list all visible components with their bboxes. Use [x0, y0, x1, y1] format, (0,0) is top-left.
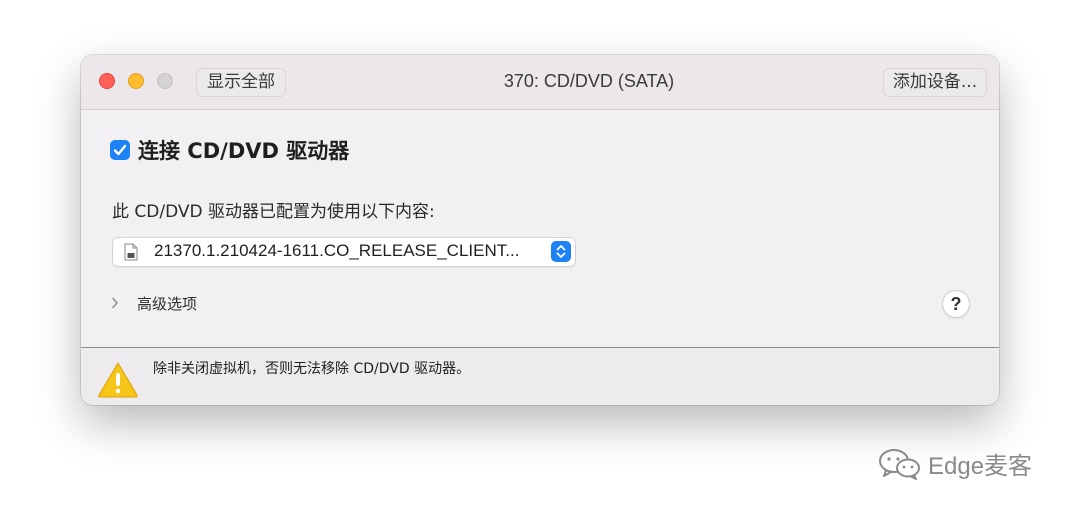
title-bar: 显示全部 370: CD/DVD (SATA) 添加设备...: [81, 55, 999, 110]
close-window-button[interactable]: [99, 73, 115, 89]
connect-cd-dvd-checkbox[interactable]: [110, 140, 130, 160]
warning-message: 除非关闭虚拟机，否则无法移除 CD/DVD 驱动器。: [153, 361, 471, 377]
help-button[interactable]: ?: [942, 290, 970, 318]
warning-footer: 除非关闭虚拟机，否则无法移除 CD/DVD 驱动器。: [81, 347, 999, 405]
updown-chevron-icon: [556, 245, 566, 258]
show-all-button[interactable]: 显示全部: [196, 68, 286, 97]
advanced-options-label: 高级选项: [137, 295, 198, 313]
connect-cd-dvd-label[interactable]: 连接 CD/DVD 驱动器: [138, 135, 349, 165]
checkmark-icon: [113, 144, 127, 156]
disc-image-select[interactable]: 21370.1.210424-1611.CO_RELEASE_CLIENT...: [112, 237, 576, 267]
minimize-window-button[interactable]: [128, 73, 144, 89]
window-title: 370: CD/DVD (SATA): [503, 71, 675, 91]
select-stepper[interactable]: [551, 241, 571, 262]
settings-window: 显示全部 370: CD/DVD (SATA) 添加设备... 连接 CD/DV…: [81, 55, 999, 405]
add-device-button[interactable]: 添加设备...: [883, 68, 987, 97]
disc-image-file-icon: [124, 243, 138, 261]
selected-image-value: 21370.1.210424-1611.CO_RELEASE_CLIENT...: [154, 241, 520, 260]
config-description: 此 CD/DVD 驱动器已配置为使用以下内容:: [112, 202, 435, 222]
watermark-text: Edge麦客: [928, 453, 1033, 480]
warning-triangle-icon: [98, 362, 138, 398]
chevron-right-icon: [112, 297, 118, 309]
zoom-window-button[interactable]: [157, 73, 173, 89]
wechat-icon: [879, 449, 920, 480]
